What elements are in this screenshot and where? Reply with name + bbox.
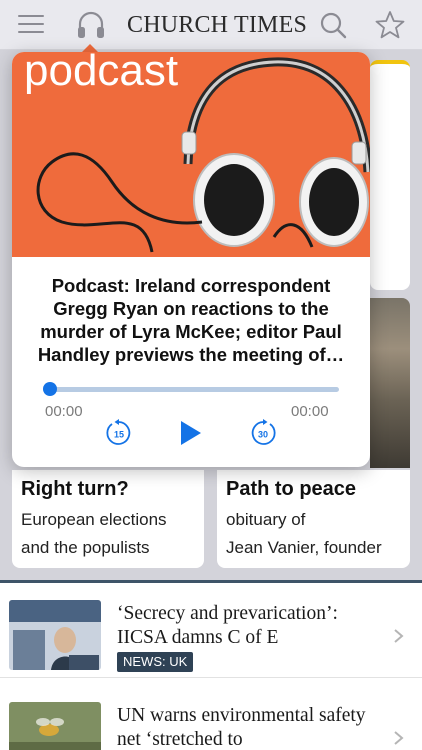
podcast-cover-image: podcast bbox=[12, 52, 370, 257]
card-subtitle-line-2: Jean Vanier, founder bbox=[226, 538, 382, 557]
star-icon[interactable] bbox=[374, 9, 406, 41]
article-thumbnail bbox=[9, 600, 101, 670]
card-path-to-peace[interactable]: Path to peace obituary of Jean Vanier, f… bbox=[217, 470, 410, 568]
app-brand-title: CHURCH TIMES bbox=[127, 12, 307, 38]
skip-back-icon: 15 bbox=[106, 419, 131, 445]
skip-back-label: 15 bbox=[114, 430, 124, 440]
skip-forward-label: 30 bbox=[258, 430, 268, 440]
play-button[interactable] bbox=[179, 420, 203, 446]
card-right-turn[interactable]: Right turn? European elections and the p… bbox=[12, 470, 204, 568]
article-title: ‘Secrecy and prevarication’: IICSA damns… bbox=[117, 603, 338, 648]
search-icon[interactable] bbox=[318, 10, 348, 40]
elapsed-time: 00:00 bbox=[45, 403, 83, 420]
skip-forward-30-button[interactable]: 30 bbox=[248, 418, 278, 448]
category-badge: NEWS: UK bbox=[117, 652, 194, 672]
article-title: UN warns environmental safety net ‘stret… bbox=[117, 705, 366, 750]
chevron-right-icon bbox=[394, 629, 404, 643]
card-title: Path to peace bbox=[226, 478, 357, 500]
chevron-right-icon bbox=[394, 731, 404, 745]
article-thumbnail bbox=[9, 702, 101, 750]
card-title: Right turn? bbox=[21, 478, 129, 500]
podcast-episode-title: Podcast: Ireland correspondent Gregg Rya… bbox=[37, 275, 345, 365]
path-to-peace-photo bbox=[370, 298, 410, 468]
skip-back-15-button[interactable]: 15 bbox=[104, 418, 134, 448]
list-item[interactable]: UN warns environmental safety net ‘stret… bbox=[0, 690, 422, 750]
menu-icon[interactable] bbox=[18, 15, 44, 35]
featured-card-partial[interactable] bbox=[370, 60, 410, 290]
headphones-icon[interactable] bbox=[74, 8, 108, 42]
podcast-player-popover: podcast Podcast: Ireland correspondent G… bbox=[12, 52, 370, 467]
play-icon bbox=[181, 421, 201, 445]
playback-scrubber-handle[interactable] bbox=[43, 382, 57, 396]
skip-forward-icon: 30 bbox=[251, 419, 276, 445]
playback-progress-track[interactable] bbox=[49, 387, 339, 392]
card-subtitle-line-1: obituary of bbox=[226, 510, 306, 529]
headphones-illustration bbox=[36, 57, 370, 253]
list-item[interactable]: ‘Secrecy and prevarication’: IICSA damns… bbox=[0, 588, 422, 678]
card-subtitle-line-1: European elections bbox=[21, 510, 167, 529]
section-divider bbox=[0, 580, 422, 583]
app-header: CHURCH TIMES bbox=[0, 0, 422, 50]
total-duration: 00:00 bbox=[291, 403, 329, 420]
card-subtitle-line-2: and the populists bbox=[21, 538, 150, 557]
